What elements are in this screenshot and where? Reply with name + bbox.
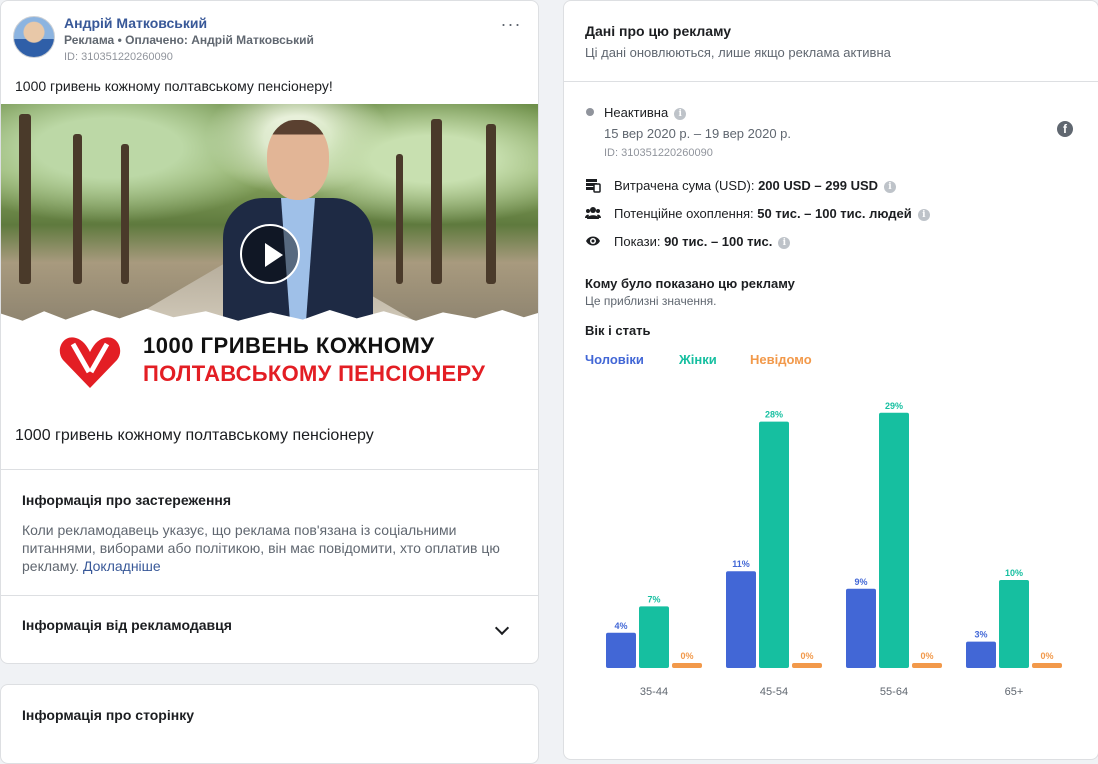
- bar-45-54-1[interactable]: [759, 421, 789, 668]
- data-panel-subtitle: Ці дані оновлюються, лише якщо реклама а…: [585, 45, 891, 60]
- bar-35-44-1[interactable]: [639, 606, 669, 668]
- info-icon[interactable]: i: [674, 107, 687, 120]
- bar-45-54-0[interactable]: [726, 571, 756, 668]
- status-label: Неактивна: [604, 105, 669, 120]
- bar-55-64-2[interactable]: [912, 663, 942, 668]
- tree: [396, 154, 403, 284]
- bar-value-label: 29%: [885, 401, 903, 411]
- impressions-label: Покази:: [614, 234, 665, 249]
- age-gender-title: Вік і стать: [585, 323, 651, 338]
- bar-value-label: 28%: [765, 410, 783, 420]
- sponsored-line: Реклама • Оплачено: Андрій Матковський: [64, 33, 314, 47]
- x-tick-label: 35-44: [640, 686, 668, 698]
- reach-value: 50 тис. – 100 тис. людей: [757, 206, 912, 221]
- ad-body-text: 1000 гривень кожному полтавському пенсіо…: [15, 78, 333, 94]
- tree: [431, 119, 442, 284]
- bar-value-label: 0%: [800, 651, 813, 661]
- bar-55-64-0[interactable]: [846, 588, 876, 668]
- legend-women[interactable]: Жінки: [679, 352, 717, 367]
- page-info-title[interactable]: Інформація про сторінку: [22, 707, 194, 723]
- ad-id: ID: 310351220260090: [604, 147, 713, 159]
- bar-value-label: 4%: [614, 621, 627, 631]
- sponsored-label: Реклама: [64, 33, 115, 47]
- reach-label: Потенційне охоплення:: [614, 206, 758, 221]
- divider: [564, 81, 1098, 82]
- bar-35-44-2[interactable]: [672, 663, 702, 668]
- more-options-icon[interactable]: ···: [500, 15, 522, 37]
- age-gender-chart: 4% 7% 0% 35-44 11% 28% 0% 45-54 9% 29% 0% 55-64 3% 10…: [606, 401, 1062, 698]
- bar-55-64-1[interactable]: [879, 412, 909, 668]
- facebook-icon: f: [1057, 121, 1073, 137]
- bar-65+-2[interactable]: [1032, 663, 1062, 668]
- legend-men[interactable]: Чоловіки: [585, 352, 644, 367]
- banner-line-2: ПОЛТАВСЬКОМУ ПЕНСІОНЕРУ: [143, 361, 486, 386]
- ad-id: ID: 310351220260090: [64, 51, 173, 63]
- bar-45-54-2[interactable]: [792, 663, 822, 668]
- eye-icon: [586, 236, 600, 246]
- run-dates: 15 вер 2020 р. – 19 вер 2020 р.: [604, 126, 792, 141]
- page-info-card: Інформація про сторінку: [0, 684, 539, 764]
- audience-title: Кому було показано цю рекламу: [585, 276, 795, 291]
- spend-value: 200 USD – 299 USD: [758, 178, 879, 193]
- legend-unknown[interactable]: Невідомо: [750, 352, 812, 367]
- ad-banner: 1000 ГРИВЕНЬ КОЖНОМУ ПОЛТАВСЬКОМУ ПЕНСІО…: [1, 323, 538, 403]
- status-dot: [586, 108, 594, 116]
- bar-value-label: 3%: [974, 630, 987, 640]
- divider: [1, 595, 538, 596]
- tree: [19, 114, 31, 284]
- advertiser-name[interactable]: Андрій Матковський: [64, 15, 207, 31]
- learn-more-link[interactable]: Докладніше: [83, 558, 161, 574]
- advertiser-avatar[interactable]: [13, 16, 55, 58]
- bar-value-label: 0%: [680, 651, 693, 661]
- bar-value-label: 0%: [1040, 651, 1053, 661]
- divider: [1, 469, 538, 470]
- ad-header: Андрій Матковський Реклама • Оплачено: А…: [13, 13, 526, 69]
- spend-label: Витрачена сума (USD):: [614, 178, 759, 193]
- x-tick-label: 65+: [1005, 686, 1024, 698]
- ad-card: Андрій Матковський Реклама • Оплачено: А…: [0, 0, 539, 664]
- play-icon[interactable]: [240, 224, 300, 284]
- tree: [73, 134, 82, 284]
- bar-65+-0[interactable]: [966, 641, 996, 668]
- paid-by-label: Оплачено: Андрій Матковський: [125, 33, 314, 47]
- advertiser-info-title[interactable]: Інформація від рекламодавця: [22, 617, 232, 633]
- bar-value-label: 10%: [1005, 568, 1023, 578]
- bar-value-label: 7%: [647, 594, 660, 604]
- disclaimer-text: Коли рекламодавець указує, що реклама по…: [22, 521, 522, 575]
- info-icon[interactable]: i: [884, 180, 897, 193]
- x-tick-label: 55-64: [880, 686, 908, 698]
- info-icon[interactable]: i: [917, 208, 930, 221]
- bar-value-label: 0%: [920, 651, 933, 661]
- people-icon: [585, 207, 601, 219]
- ad-caption: 1000 гривень кожному полтавському пенсіо…: [15, 427, 374, 444]
- money-stack-icon: [586, 179, 601, 193]
- heart-logo-icon: [59, 337, 121, 388]
- bar-65+-1[interactable]: [999, 580, 1029, 668]
- impressions-value: 90 тис. – 100 тис.: [664, 234, 773, 249]
- separator-dot: •: [117, 33, 126, 47]
- speaker-figure: [223, 120, 373, 324]
- bar-35-44-0[interactable]: [606, 632, 636, 668]
- tree: [121, 144, 129, 284]
- chevron-down-icon[interactable]: [494, 620, 510, 636]
- data-panel-title: Дані про цю рекламу: [585, 23, 732, 39]
- bar-value-label: 9%: [854, 577, 867, 587]
- audience-subtitle: Це приблизні значення.: [585, 294, 717, 308]
- ad-data-card: Дані про цю рекламу Ці дані оновлюються,…: [563, 0, 1098, 760]
- bar-value-label: 11%: [732, 559, 750, 569]
- ad-video[interactable]: [1, 104, 538, 324]
- x-tick-label: 45-54: [760, 686, 788, 698]
- status-line: Неактивна i: [604, 105, 687, 120]
- tree: [486, 124, 496, 284]
- banner-line-1: 1000 ГРИВЕНЬ КОЖНОМУ: [143, 333, 435, 358]
- disclaimer-title: Інформація про застереження: [22, 492, 232, 508]
- info-icon[interactable]: i: [778, 236, 791, 249]
